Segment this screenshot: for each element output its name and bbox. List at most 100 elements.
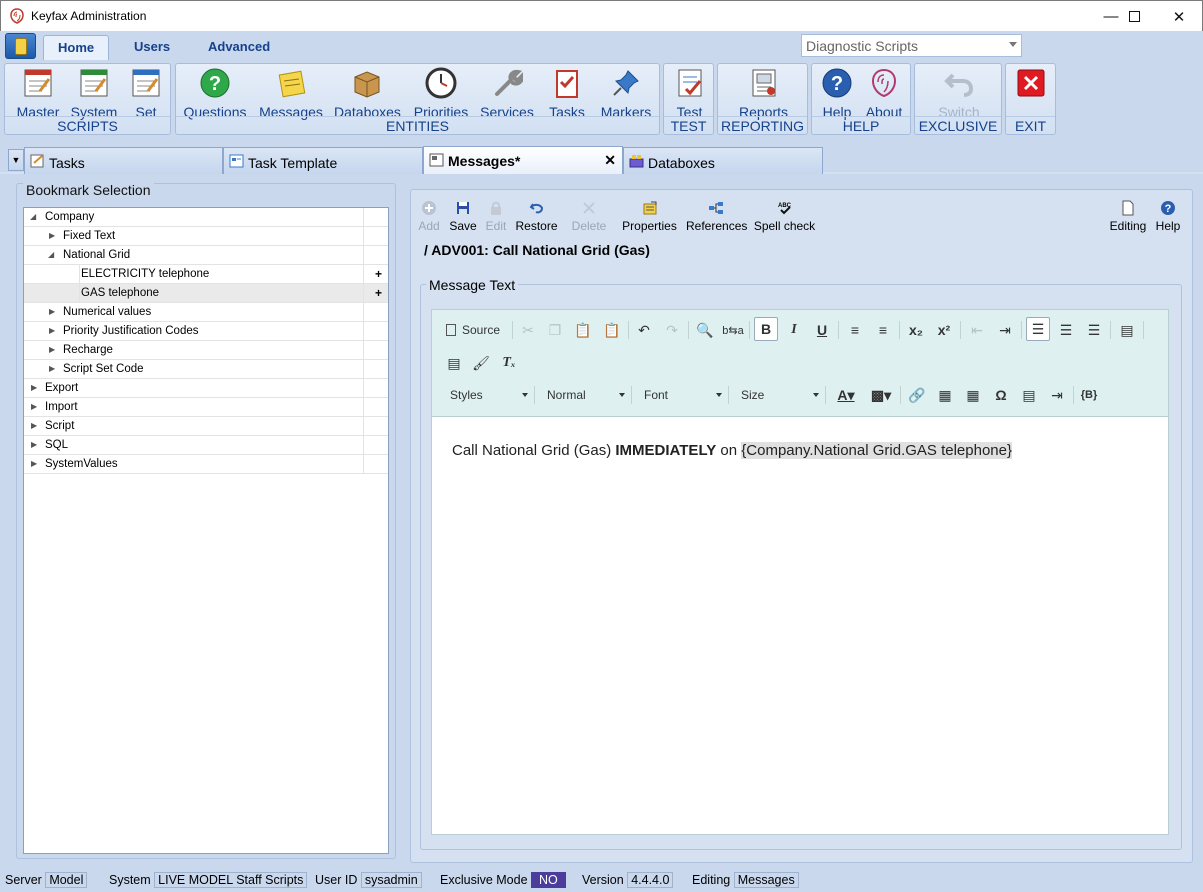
properties-button[interactable]: Properties <box>621 200 678 236</box>
paste-icon[interactable]: 📋 <box>571 318 595 342</box>
tab-home[interactable]: Home <box>43 35 110 60</box>
tree-item-export[interactable]: ▶ Export <box>24 379 388 398</box>
copy-icon[interactable]: ❐ <box>543 318 567 342</box>
close-tab-icon[interactable]: ✕ <box>604 152 616 169</box>
increase-indent-icon[interactable]: ⇥ <box>993 318 1017 342</box>
placeholder-icon[interactable]: {B} <box>1077 383 1101 407</box>
expand-arrow-icon[interactable]: ▶ <box>31 398 37 416</box>
tree-item-systemvalues[interactable]: ▶ SystemValues <box>24 455 388 474</box>
image-icon[interactable]: ▦ <box>933 383 957 407</box>
expand-arrow-icon[interactable]: ▶ <box>49 341 55 359</box>
edit-button[interactable]: Edit <box>483 200 509 236</box>
tree-item-national-grid[interactable]: ◢ National Grid <box>24 246 388 265</box>
template-icon[interactable]: ▤ <box>442 351 466 375</box>
restore-button[interactable]: Restore <box>515 200 558 236</box>
underline-icon[interactable]: U <box>810 318 834 342</box>
copy-format-icon[interactable]: 🖌 <box>469 351 493 375</box>
editing-button[interactable]: Editing <box>1108 200 1148 236</box>
message-content[interactable]: Call National Grid (Gas) IMMEDIATELY on … <box>452 442 1012 459</box>
italic-icon[interactable]: I <box>782 318 806 342</box>
insert-indent-icon[interactable]: ⇥ <box>1045 383 1069 407</box>
cut-icon[interactable]: ✂ <box>516 318 540 342</box>
references-button[interactable]: References <box>686 200 747 236</box>
collapse-arrow-icon[interactable]: ◢ <box>48 246 54 264</box>
tree-item-script-set-code[interactable]: ▶ Script Set Code <box>24 360 388 379</box>
messages-button[interactable]: Messages <box>258 67 324 120</box>
markers-button[interactable]: Markers <box>596 67 656 120</box>
expand-arrow-icon[interactable]: ▶ <box>49 227 55 245</box>
doc-tab-databoxes[interactable]: Databoxes <box>623 147 823 174</box>
maximize-button[interactable] <box>1111 1 1157 32</box>
collapse-arrow-icon[interactable]: ◢ <box>30 208 36 226</box>
numbered-list-icon[interactable]: ≡ <box>871 318 895 342</box>
tab-users[interactable]: Users <box>120 35 184 60</box>
background-color-icon[interactable]: ▩▾ <box>865 383 897 407</box>
tree-item-gas-telephone[interactable]: GAS telephone + <box>24 284 388 303</box>
insert-plus-icon[interactable]: + <box>375 265 382 283</box>
bold-icon[interactable]: B <box>754 317 778 341</box>
tree-item-company[interactable]: ◢ Company <box>24 208 388 227</box>
font-dropdown[interactable]: Font <box>636 384 724 406</box>
size-dropdown[interactable]: Size <box>733 384 821 406</box>
block-quote-icon[interactable]: ▤ <box>1115 318 1139 342</box>
script-type-dropdown[interactable]: Diagnostic Scripts <box>801 34 1022 57</box>
exit-button[interactable] <box>1011 67 1051 117</box>
spell-check-button[interactable]: ABC Spell check <box>753 200 816 236</box>
services-button[interactable]: Services <box>478 67 536 120</box>
tree-item-electricity-telephone[interactable]: ELECTRICITY telephone + <box>24 265 388 284</box>
tree-item-numerical-values[interactable]: ▶ Numerical values <box>24 303 388 322</box>
system-button[interactable]: System <box>69 67 119 120</box>
delete-button[interactable]: Delete <box>570 200 608 236</box>
subscript-icon[interactable]: x₂ <box>904 318 928 342</box>
add-button[interactable]: Add <box>416 200 442 236</box>
bulleted-list-icon[interactable]: ≡ <box>843 318 867 342</box>
align-right-icon[interactable]: ☰ <box>1082 318 1106 342</box>
expand-arrow-icon[interactable]: ▶ <box>49 303 55 321</box>
tab-advanced[interactable]: Advanced <box>194 35 284 60</box>
reports-button[interactable]: Reports <box>736 67 791 120</box>
application-menu-button[interactable] <box>5 33 36 59</box>
tree-item-script[interactable]: ▶ Script <box>24 417 388 436</box>
save-button[interactable]: Save <box>449 200 477 236</box>
horizontal-line-icon[interactable]: ▤ <box>1017 383 1041 407</box>
align-left-icon[interactable]: ☰ <box>1026 317 1050 341</box>
panel-help-button[interactable]: ? Help <box>1154 200 1182 236</box>
databoxes-button[interactable]: Databoxes <box>334 67 401 120</box>
tree-item-recharge[interactable]: ▶ Recharge <box>24 341 388 360</box>
questions-button[interactable]: ? Questions <box>182 67 248 120</box>
expand-arrow-icon[interactable]: ▶ <box>49 322 55 340</box>
help-button[interactable]: ? Help <box>818 67 856 120</box>
tree-item-sql[interactable]: ▶ SQL <box>24 436 388 455</box>
insert-plus-icon[interactable]: + <box>375 284 382 302</box>
remove-format-icon[interactable]: Tₓ <box>497 351 521 375</box>
expand-arrow-icon[interactable]: ▶ <box>31 379 37 397</box>
table-icon[interactable]: ▦ <box>961 383 985 407</box>
paste-text-icon[interactable]: 📋 <box>600 318 624 342</box>
tree-item-import[interactable]: ▶ Import <box>24 398 388 417</box>
link-icon[interactable]: 🔗 <box>905 383 929 407</box>
align-center-icon[interactable]: ☰ <box>1054 318 1078 342</box>
doc-tab-tasks[interactable]: Tasks <box>24 147 223 174</box>
replace-icon[interactable]: b⇆a <box>721 318 745 342</box>
redo-icon[interactable]: ↷ <box>660 318 684 342</box>
source-button[interactable]: Source <box>442 318 508 342</box>
expand-arrow-icon[interactable]: ▶ <box>31 455 37 473</box>
switch-button[interactable]: Switch <box>934 67 984 120</box>
priorities-button[interactable]: Priorities <box>410 67 472 120</box>
tree-item-priority-justification-codes[interactable]: ▶ Priority Justification Codes <box>24 322 388 341</box>
about-button[interactable]: About <box>862 67 906 120</box>
master-button[interactable]: Master <box>14 67 62 120</box>
special-character-icon[interactable]: Ω <box>989 383 1013 407</box>
find-icon[interactable]: 🔍 <box>693 318 717 342</box>
close-window-button[interactable]: ✕ <box>1156 1 1202 32</box>
set-button[interactable]: Set <box>126 67 166 120</box>
expand-arrow-icon[interactable]: ▶ <box>31 417 37 435</box>
superscript-icon[interactable]: x² <box>932 318 956 342</box>
expand-arrow-icon[interactable]: ▶ <box>31 436 37 454</box>
decrease-indent-icon[interactable]: ⇤ <box>965 318 989 342</box>
test-button[interactable]: Test <box>668 67 711 120</box>
styles-dropdown[interactable]: Styles <box>442 384 530 406</box>
undo-icon[interactable]: ↶ <box>632 318 656 342</box>
tree-item-fixed-text[interactable]: ▶ Fixed Text <box>24 227 388 246</box>
text-color-icon[interactable]: A▾ <box>830 383 862 407</box>
